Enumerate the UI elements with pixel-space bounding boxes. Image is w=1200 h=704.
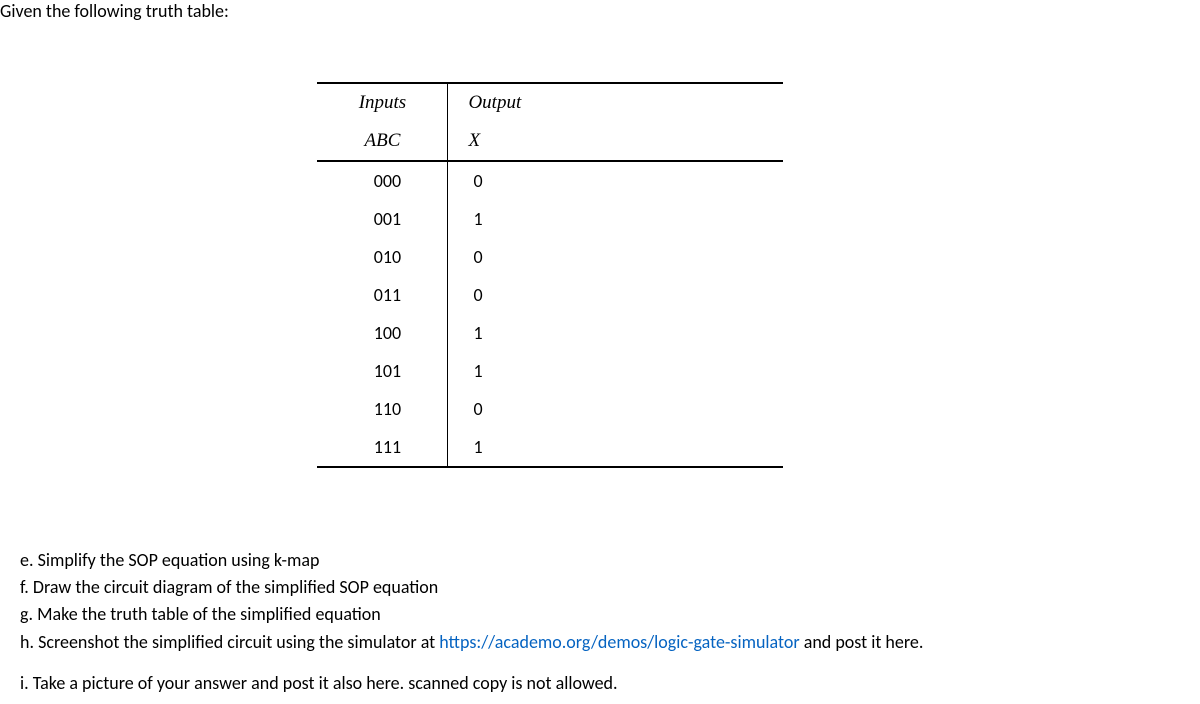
question-h-prefix: h. Screenshot the simplified circuit usi… [20, 631, 439, 653]
cell-x: 1 [448, 352, 783, 390]
table-header-row-1: Inputs Output [317, 83, 782, 122]
cell-x: 0 [448, 390, 783, 428]
cell-abc: 110 [317, 390, 448, 428]
question-h-suffix: and post it here. [800, 631, 924, 653]
truth-table: Inputs Output ABC X 000 0 001 1 01 [317, 82, 782, 468]
table-row: 011 0 [317, 276, 782, 314]
table-row: 101 1 [317, 352, 782, 390]
cell-abc: 101 [317, 352, 448, 390]
simulator-link[interactable]: https://academo.org/demos/logic-gate-sim… [439, 631, 799, 653]
cell-abc: 011 [317, 276, 448, 314]
table-row: 100 1 [317, 314, 782, 352]
question-i: i. Take a picture of your answer and pos… [20, 671, 1180, 696]
header-x: X [448, 122, 783, 161]
cell-abc: 111 [317, 428, 448, 467]
question-h: h. Screenshot the simplified circuit usi… [20, 630, 1180, 655]
cell-x: 1 [448, 428, 783, 467]
cell-x: 0 [448, 276, 783, 314]
cell-abc: 001 [317, 200, 448, 238]
cell-x: 0 [448, 238, 783, 276]
table-header-row-2: ABC X [317, 122, 782, 161]
cell-x: 1 [448, 200, 783, 238]
cell-x: 0 [448, 161, 783, 200]
cell-x: 1 [448, 314, 783, 352]
table-row: 000 0 [317, 161, 782, 200]
cell-abc: 100 [317, 314, 448, 352]
question-g: g. Make the truth table of the simplifie… [20, 602, 1180, 627]
table-row: 111 1 [317, 428, 782, 467]
table-row: 110 0 [317, 390, 782, 428]
cell-abc: 010 [317, 238, 448, 276]
header-abc: ABC [317, 122, 448, 161]
header-inputs: Inputs [317, 83, 448, 122]
cell-abc: 000 [317, 161, 448, 200]
question-list: e. Simplify the SOP equation using k-map… [0, 548, 1200, 696]
page-title: Given the following truth table: [0, 0, 1200, 22]
table-row: 010 0 [317, 238, 782, 276]
truth-table-wrapper: Inputs Output ABC X 000 0 001 1 01 [0, 82, 1200, 468]
table-row: 001 1 [317, 200, 782, 238]
question-f: f. Draw the circuit diagram of the simpl… [20, 575, 1180, 600]
question-e: e. Simplify the SOP equation using k-map [20, 548, 1180, 573]
header-output: Output [448, 83, 783, 122]
